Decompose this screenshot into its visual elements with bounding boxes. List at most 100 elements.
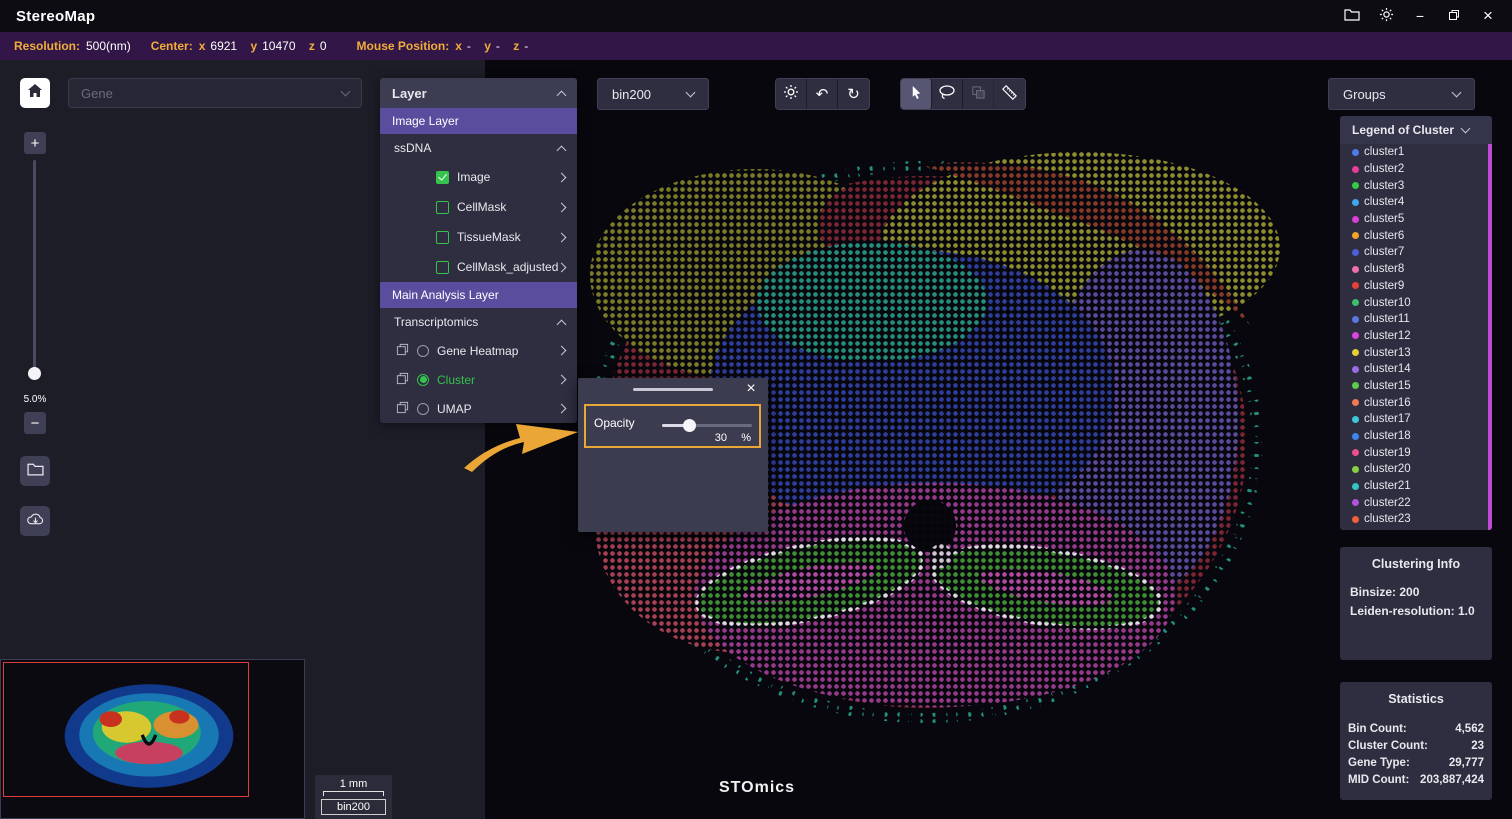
cluster-label: cluster23 [1364, 513, 1411, 525]
layer-radio[interactable] [417, 374, 429, 386]
popup-drag-handle[interactable] [633, 388, 713, 391]
legend-cluster-item[interactable]: cluster19 [1340, 444, 1487, 461]
legend-cluster-item[interactable]: cluster22 [1340, 494, 1487, 511]
tool-settings-button[interactable] [776, 79, 807, 109]
chevron-right-icon[interactable] [557, 232, 567, 242]
legend-cluster-item[interactable]: cluster7 [1340, 244, 1487, 261]
chevron-right-icon[interactable] [557, 375, 567, 385]
legend-cluster-item[interactable]: cluster6 [1340, 227, 1487, 244]
layer-panel-header[interactable]: Layer [380, 78, 577, 108]
legend-cluster-item[interactable]: cluster5 [1340, 211, 1487, 228]
bin-size-select[interactable]: bin200 [597, 78, 709, 110]
legend-cluster-item[interactable]: cluster17 [1340, 411, 1487, 428]
legend-cluster-item[interactable]: cluster4 [1340, 194, 1487, 211]
workspace: STOmics Gene + 5.0% − [0, 60, 1512, 819]
group-select-tool-button[interactable] [963, 79, 994, 109]
legend-cluster-item[interactable]: cluster23 [1340, 511, 1487, 528]
coordinate-pair: x 6921 [199, 39, 237, 53]
cluster-color-dot [1352, 299, 1359, 306]
layer-checkbox[interactable] [436, 171, 449, 184]
zoom-out-button[interactable]: − [24, 412, 46, 434]
layer-checkbox[interactable] [436, 231, 449, 244]
transcriptomics-group-header[interactable]: Transcriptomics [380, 308, 577, 336]
open-project-button[interactable] [1338, 4, 1366, 28]
minimize-button[interactable]: − [1406, 4, 1434, 28]
chevron-down-icon [341, 87, 351, 97]
minimap-viewport[interactable] [3, 662, 249, 797]
cluster-label: cluster9 [1364, 280, 1404, 292]
export-cloud-button[interactable] [20, 506, 50, 536]
legend-cluster-item[interactable]: cluster20 [1340, 461, 1487, 478]
cursor-tool-button[interactable] [901, 79, 932, 109]
layer-radio[interactable] [417, 345, 429, 357]
layer-radio[interactable] [417, 403, 429, 415]
chevron-right-icon[interactable] [557, 346, 567, 356]
legend-cluster-item[interactable]: cluster11 [1340, 311, 1487, 328]
legend-cluster-item[interactable]: cluster18 [1340, 428, 1487, 445]
zoom-slider[interactable] [33, 160, 36, 373]
groups-dropdown[interactable]: Groups [1328, 78, 1475, 110]
cluster-label: cluster21 [1364, 480, 1411, 492]
legend-cluster-item[interactable]: cluster12 [1340, 328, 1487, 345]
cluster-color-dot [1352, 433, 1359, 440]
history-toolgroup: ↶ ↻ [775, 78, 870, 110]
open-file-button[interactable] [20, 456, 50, 486]
chevron-up-icon [557, 90, 567, 100]
legend-cluster-item[interactable]: cluster2 [1340, 161, 1487, 178]
legend-cluster-item[interactable]: cluster14 [1340, 361, 1487, 378]
ssdna-group-header[interactable]: ssDNA [380, 134, 577, 162]
image-layer-item[interactable]: CellMask_adjusted [380, 252, 577, 282]
cluster-color-dot [1352, 449, 1359, 456]
legend-panel: Legend of Cluster cluster1 cluster2 clus… [1340, 116, 1492, 530]
home-button[interactable] [20, 78, 50, 108]
layer-checkbox[interactable] [436, 201, 449, 214]
legend-cluster-item[interactable]: cluster16 [1340, 394, 1487, 411]
legend-cluster-item[interactable]: cluster21 [1340, 478, 1487, 495]
image-layer-item[interactable]: TissueMask [380, 222, 577, 252]
legend-cluster-item[interactable]: cluster13 [1340, 344, 1487, 361]
opacity-slider[interactable] [662, 424, 752, 427]
restore-button[interactable] [1440, 4, 1468, 28]
zoom-slider-handle[interactable] [28, 367, 41, 380]
zoom-in-button[interactable]: + [24, 132, 46, 154]
opacity-unit: % [741, 432, 751, 444]
coordinate-value: 10470 [262, 39, 295, 53]
lasso-tool-button[interactable] [932, 79, 963, 109]
layer-item-label: CellMask [457, 200, 506, 214]
legend-cluster-item[interactable]: cluster9 [1340, 278, 1487, 295]
settings-button[interactable] [1372, 4, 1400, 28]
clustering-info-title: Clustering Info [1350, 557, 1482, 571]
analysis-layer-item[interactable]: Cluster [380, 365, 577, 394]
lasso-icon [938, 84, 956, 104]
legend-cluster-item[interactable]: cluster3 [1340, 177, 1487, 194]
popup-close-button[interactable]: × [742, 380, 760, 398]
opacity-label: Opacity [594, 416, 635, 430]
image-layer-item[interactable]: Image [380, 162, 577, 192]
selection-toolgroup [900, 78, 1026, 110]
chevron-right-icon[interactable] [557, 404, 567, 414]
gene-search-select[interactable]: Gene [68, 78, 362, 108]
legend-header[interactable]: Legend of Cluster [1340, 116, 1492, 144]
watermark: STOmics [719, 779, 795, 797]
close-button[interactable]: × [1474, 4, 1502, 28]
coordinate-value: - [467, 39, 471, 53]
redo-button[interactable]: ↻ [838, 79, 869, 109]
ruler-icon [1001, 84, 1018, 105]
legend-cluster-item[interactable]: cluster15 [1340, 378, 1487, 395]
statistic-value: 203,887,424 [1420, 774, 1484, 786]
legend-scrollbar[interactable] [1488, 144, 1492, 530]
legend-cluster-item[interactable]: cluster10 [1340, 294, 1487, 311]
legend-cluster-item[interactable]: cluster1 [1340, 144, 1487, 161]
minimap[interactable] [0, 659, 305, 819]
coordinate-axis: x [455, 39, 462, 53]
chevron-right-icon[interactable] [557, 202, 567, 212]
legend-cluster-item[interactable]: cluster8 [1340, 261, 1487, 278]
undo-button[interactable]: ↶ [807, 79, 838, 109]
layer-checkbox[interactable] [436, 261, 449, 274]
opacity-slider-handle[interactable] [683, 419, 696, 432]
ruler-tool-button[interactable] [994, 79, 1025, 109]
chevron-right-icon[interactable] [557, 172, 567, 182]
image-layer-item[interactable]: CellMask [380, 192, 577, 222]
analysis-layer-item[interactable]: Gene Heatmap [380, 336, 577, 365]
zoom-value: 5.0% [14, 394, 56, 405]
